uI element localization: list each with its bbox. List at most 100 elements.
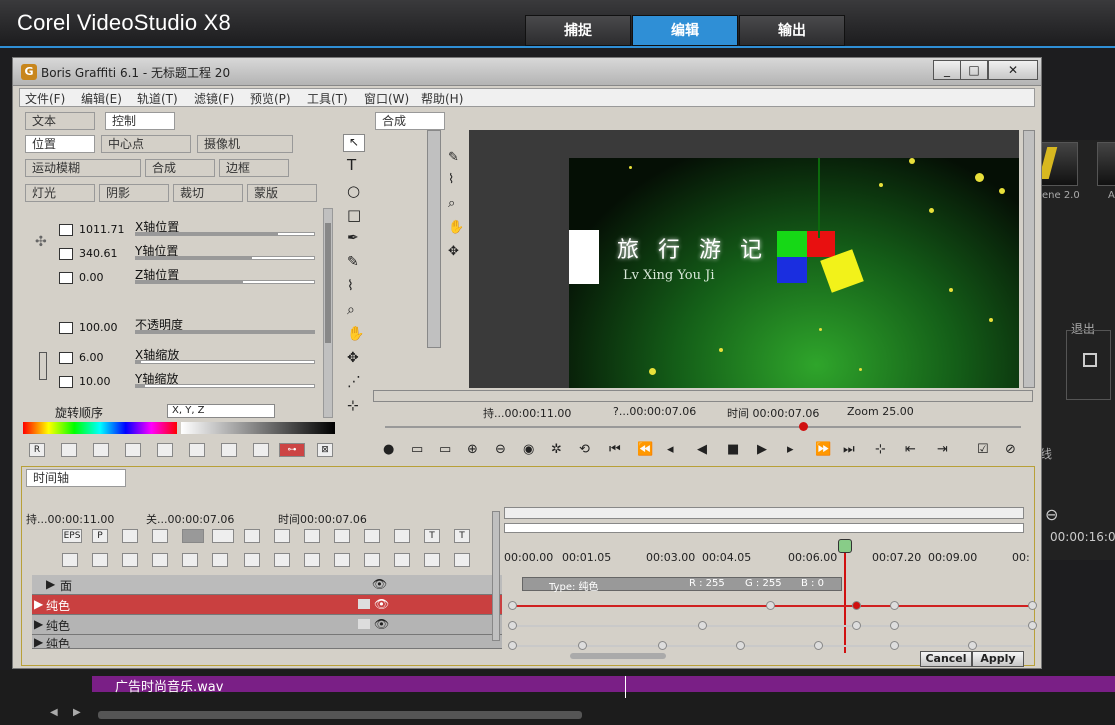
pen-tool-icon[interactable]: ✒: [347, 230, 359, 246]
keyframe[interactable]: [814, 641, 823, 650]
tab-border[interactable]: 边框: [219, 159, 289, 177]
ellipse-tool-icon[interactable]: ○: [347, 182, 360, 200]
step-forward-icon[interactable]: ▸: [787, 442, 794, 457]
close-button[interactable]: ✕: [988, 60, 1038, 80]
p-icon[interactable]: P: [92, 529, 108, 543]
rect-icon[interactable]: R: [29, 443, 45, 457]
crop-tool-icon[interactable]: ⊹: [347, 398, 359, 414]
menu-filter[interactable]: 滤镜(F): [194, 90, 234, 107]
go-start-icon[interactable]: ⏮: [609, 442, 621, 457]
param-value[interactable]: 10.00: [79, 375, 111, 388]
shape-icon[interactable]: [189, 443, 205, 457]
expand-icon[interactable]: ▶: [46, 577, 55, 591]
text-icon[interactable]: T: [454, 529, 470, 543]
cancel-icon[interactable]: ⊘: [1005, 442, 1016, 457]
opacity-icon[interactable]: [59, 322, 73, 334]
param-slider[interactable]: [135, 256, 315, 260]
layer-icon[interactable]: [274, 529, 290, 543]
keyframe-line[interactable]: [508, 621, 1037, 630]
param-icon[interactable]: [59, 272, 73, 284]
tab-camera[interactable]: 摄像机: [197, 135, 293, 153]
preview-canvas[interactable]: 旅 行 游 记 Lv Xing You Ji: [569, 158, 1019, 388]
reverse-icon[interactable]: ◀: [697, 442, 707, 457]
rect-tool-icon[interactable]: □: [347, 206, 361, 224]
layer-icon[interactable]: [212, 553, 228, 567]
link-icon[interactable]: [39, 352, 47, 380]
color-swatch-icon[interactable]: [358, 619, 370, 629]
zoom-in-icon[interactable]: ⊕: [467, 442, 478, 457]
track-header-row[interactable]: ▶ 面 👁: [32, 575, 502, 595]
tab-light[interactable]: 灯光: [25, 184, 95, 202]
chart-icon[interactable]: [454, 553, 470, 567]
param-value[interactable]: 340.61: [79, 247, 118, 260]
layer-icon[interactable]: [244, 529, 260, 543]
playhead-marker[interactable]: [799, 422, 808, 431]
shape-icon[interactable]: [125, 443, 141, 457]
keyframe[interactable]: [766, 601, 775, 610]
keyframe[interactable]: [852, 621, 861, 630]
shape-icon[interactable]: [61, 443, 77, 457]
host-scrollbar[interactable]: [98, 711, 582, 719]
apply-button[interactable]: Apply: [972, 651, 1024, 667]
hand-icon[interactable]: ✋: [448, 220, 464, 235]
brush-tool-icon[interactable]: ⌇: [347, 278, 354, 294]
visibility-icon[interactable]: 👁: [374, 617, 389, 631]
color-icon[interactable]: ◉: [523, 442, 534, 457]
solid-icon[interactable]: [182, 529, 204, 543]
tab-crop[interactable]: 裁切: [173, 184, 243, 202]
param-slider[interactable]: [135, 360, 315, 364]
param-icon[interactable]: [59, 352, 73, 364]
layer-icon[interactable]: [424, 553, 440, 567]
layer-icon[interactable]: [364, 553, 380, 567]
move-tool-icon[interactable]: ✥: [347, 350, 359, 366]
cube-icon[interactable]: [244, 553, 260, 567]
key-left-icon[interactable]: ⇤: [905, 442, 916, 457]
keyframe[interactable]: [508, 621, 517, 630]
brush-icon[interactable]: ⌇: [448, 172, 454, 187]
tab-composite[interactable]: 合成: [145, 159, 215, 177]
keyframe[interactable]: [890, 621, 899, 630]
tab-composite-view[interactable]: 合成: [375, 112, 445, 130]
window-titlebar[interactable]: G Boris Graffiti 6.1 - 无标题工程 20 _ □ ✕: [13, 58, 1041, 86]
layer-icon[interactable]: [304, 529, 320, 543]
tab-motion-blur[interactable]: 运动模糊: [25, 159, 141, 177]
shape-icon[interactable]: [157, 443, 173, 457]
zoom-out-icon[interactable]: ⊖: [1045, 505, 1058, 524]
hand-tool-icon[interactable]: ✋: [347, 326, 364, 342]
play-icon[interactable]: ▶: [757, 442, 767, 457]
layer-icon[interactable]: [152, 529, 168, 543]
eps-icon[interactable]: EPS: [62, 529, 82, 543]
track-row[interactable]: ▶ 纯色 👁: [32, 595, 502, 615]
keyframe[interactable]: [968, 641, 977, 650]
keyframe-line[interactable]: [508, 601, 1037, 610]
folder-icon[interactable]: [334, 529, 350, 543]
layer-icon[interactable]: [152, 553, 168, 567]
pencil-tool-icon[interactable]: ✎: [347, 254, 359, 270]
menu-help[interactable]: 帮助(H): [421, 90, 463, 107]
visibility-icon[interactable]: 👁: [372, 577, 387, 591]
keyframe-line[interactable]: [508, 641, 1032, 650]
layer-icon[interactable]: [92, 553, 108, 567]
playhead[interactable]: [625, 676, 626, 698]
track-row[interactable]: ▶ 纯色: [32, 635, 502, 649]
list-icon[interactable]: [394, 529, 410, 543]
layer-icon[interactable]: [334, 553, 350, 567]
tab-timeline[interactable]: 时间轴: [26, 469, 126, 487]
clip-icon[interactable]: ▭: [411, 442, 423, 457]
param-slider[interactable]: [135, 280, 315, 284]
menu-file[interactable]: 文件(F): [25, 90, 65, 107]
keyframe[interactable]: [578, 641, 587, 650]
layer-icon[interactable]: [182, 553, 198, 567]
timeline-playhead[interactable]: [844, 543, 846, 653]
tab-shadow[interactable]: 阴影: [99, 184, 169, 202]
tab-center[interactable]: 中心点: [101, 135, 191, 153]
maximize-button[interactable]: □: [960, 60, 988, 80]
playhead-handle[interactable]: [838, 539, 852, 553]
loop-icon[interactable]: ⟲: [579, 442, 590, 457]
menu-tools[interactable]: 工具(T): [307, 90, 348, 107]
keyframe[interactable]: [508, 641, 517, 650]
zoom-tool-icon[interactable]: ⌕: [347, 302, 355, 318]
prev-key-icon[interactable]: ⏪: [637, 442, 653, 457]
track-scrollbar[interactable]: [492, 511, 500, 641]
magnify-icon[interactable]: ⌕: [448, 196, 455, 211]
